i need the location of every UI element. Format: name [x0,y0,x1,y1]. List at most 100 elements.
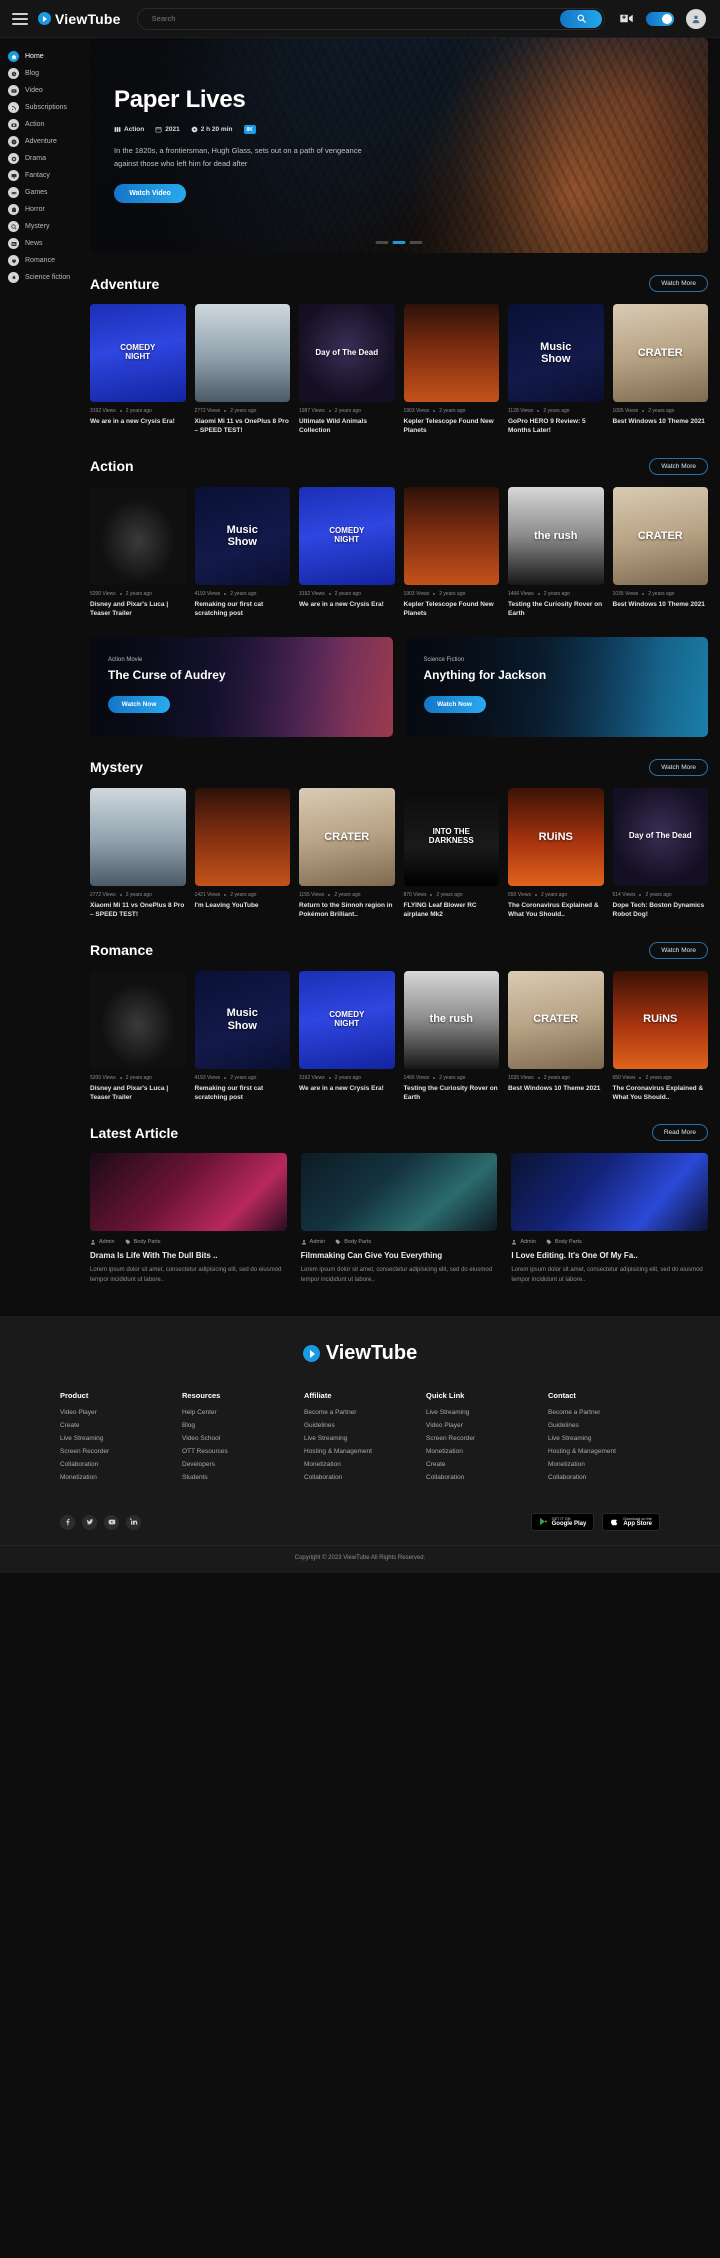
video-title[interactable]: We are in a new Crysis Era! [90,417,186,426]
video-card[interactable]: Music Show 1128 Views 2 years ago GoPro H… [508,304,604,436]
video-thumbnail[interactable]: RUiNS [612,970,708,1069]
video-card[interactable]: Music Show 4193 Views 2 years ago Remakin… [194,486,290,619]
sidebar-item-mystery[interactable]: Mystery [8,218,90,235]
search-bar[interactable] [136,7,605,30]
footer-link[interactable]: Monetization [60,1474,172,1481]
video-title[interactable]: I'm Leaving YouTube [195,901,291,910]
video-title[interactable]: Dope Tech: Boston Dynamics Robot Dog! [613,901,709,920]
search-button[interactable] [560,9,602,28]
social-link[interactable] [82,1514,97,1530]
video-title[interactable]: We are in a new Crysis Era! [299,600,395,609]
article-card[interactable]: Admin Body Parts Drama Is Life With The … [90,1153,287,1286]
video-title[interactable]: Best Windows 10 Theme 2021 [613,417,709,426]
video-card[interactable]: COMEDY NIGHT 3192 Views 2 years ago We ar… [90,304,186,436]
watch-more-button[interactable]: Watch More [649,941,708,959]
store-badge[interactable]: GET IT ON Google Play [530,1513,595,1532]
article-title[interactable]: Filmmaking Can Give You Everything [301,1251,498,1260]
footer-link[interactable]: Screen Recorder [426,1435,538,1442]
video-title[interactable]: Xiaomi Mi 11 vs OnePlus 8 Pro – SPEED TE… [90,901,186,920]
footer-link[interactable]: Live Streaming [426,1409,538,1416]
menu-burger-icon[interactable] [12,12,28,25]
video-card[interactable]: 5200 Views 2 years ago Disney and Pixar'… [90,970,186,1103]
article-card[interactable]: Admin Body Parts Filmmaking Can Give You… [300,1153,498,1286]
footer-link[interactable]: Collaboration [426,1474,538,1481]
video-card[interactable]: COMEDY NIGHT 3192 Views 2 years ago We ar… [299,486,395,619]
article-thumbnail[interactable] [511,1153,708,1232]
watch-more-button[interactable]: Watch More [649,758,708,776]
video-thumbnail[interactable]: CRATER [612,304,708,402]
video-thumbnail[interactable]: the rush [508,486,604,585]
video-card[interactable]: INTO THE DARKNESS 870 Views 2 years ago F… [403,787,499,920]
user-avatar[interactable] [686,8,706,29]
sidebar-item-blog[interactable]: Blog [8,65,90,82]
hero-slider-dots[interactable] [375,241,423,244]
hero-dot-active[interactable] [392,241,406,244]
video-card[interactable]: 2772 Views 2 years ago Xiaomi Mi 11 vs O… [194,304,291,436]
footer-link[interactable]: Guidelines [548,1422,660,1429]
watch-more-button[interactable]: Watch More [649,275,708,292]
social-link[interactable] [126,1514,141,1530]
video-card[interactable]: Day of The Dead 1987 Views 2 years ago U… [299,304,395,436]
video-card[interactable]: 1421 Views 2 years ago I'm Leaving YouTu… [194,787,291,920]
video-title[interactable]: Disney and Pixar's Luca | Teaser Trailer [90,600,186,619]
video-title[interactable]: Kepler Telescope Found New Planets [404,600,500,619]
video-thumbnail[interactable] [403,304,499,402]
footer-link[interactable]: Live Streaming [60,1435,172,1442]
sidebar-item-subscriptions[interactable]: Subscriptions [8,99,90,116]
footer-link[interactable]: Developers [182,1461,294,1468]
sidebar-item-fantacy[interactable]: Fantacy [8,167,90,184]
footer-brand[interactable]: ViewTube [0,1342,720,1365]
video-title[interactable]: We are in a new Crysis Era! [299,1084,395,1093]
read-more-button[interactable]: Read More [651,1124,708,1142]
footer-link[interactable]: Monetization [304,1461,416,1468]
video-card[interactable]: COMEDY NIGHT 3192 Views 2 years ago We ar… [299,970,395,1103]
store-badge[interactable]: Download on the App Store [602,1513,660,1532]
video-card[interactable]: CRATER 1095 Views 2 years ago Best Windo… [612,304,709,436]
footer-link[interactable]: Become a Partner [304,1409,416,1416]
video-card[interactable]: the rush 1466 Views 2 years ago Testing … [403,970,499,1103]
footer-link[interactable]: Monetization [548,1461,660,1468]
footer-link[interactable]: Guidelines [304,1422,416,1429]
video-thumbnail[interactable]: Day of The Dead [299,304,395,402]
video-thumbnail[interactable]: CRATER [508,970,604,1069]
sidebar-item-games[interactable]: Games [8,184,90,201]
footer-link[interactable]: Help Center [182,1409,294,1416]
video-title[interactable]: Kepler Telescope Found New Planets [404,417,500,436]
feature-watch-now-button[interactable]: Watch Now [423,695,486,713]
sidebar-item-science fiction[interactable]: Science fiction [8,269,90,286]
video-thumbnail[interactable]: CRATER [612,486,708,585]
sidebar-item-home[interactable]: Home [8,48,90,65]
footer-link[interactable]: Collaboration [548,1474,660,1481]
video-title[interactable]: Remaking our first cat scratching post [195,1084,291,1103]
sidebar-item-action[interactable]: Action [8,116,90,133]
feature-watch-now-button[interactable]: Watch Now [108,695,170,713]
footer-link[interactable]: Video School [182,1435,294,1442]
article-title[interactable]: I Love Editing. It's One Of My Fa.. [511,1251,708,1260]
video-thumbnail[interactable]: the rush [403,970,499,1069]
video-thumbnail[interactable] [90,787,186,886]
video-card[interactable]: CRATER 1035 Views 2 years ago Best Windo… [508,970,604,1103]
sidebar-item-adventure[interactable]: Adventure [8,133,90,150]
footer-link[interactable]: OTT Resources [182,1448,294,1455]
sidebar-item-video[interactable]: Video [8,82,90,99]
footer-link[interactable]: Blog [182,1422,294,1429]
video-card[interactable]: 1903 Views 2 years ago Kepler Telescope … [403,486,500,619]
video-title[interactable]: Disney and Pixar's Luca | Teaser Trailer [90,1084,186,1103]
video-thumbnail[interactable] [194,787,290,886]
feature-banner[interactable]: Action Movie The Curse of Audrey Watch N… [90,636,393,737]
watch-more-button[interactable]: Watch More [649,457,708,475]
video-thumbnail[interactable]: Music Show [508,304,604,402]
sidebar-item-drama[interactable]: Drama [8,150,90,167]
video-title[interactable]: Testing the Curiosity Rover on Earth [508,600,604,619]
footer-link[interactable]: Monetization [426,1448,538,1455]
video-card[interactable]: CRATER 1035 Views 2 years ago Best Windo… [612,486,709,619]
video-card[interactable]: 2772 Views 2 years ago Xiaomi Mi 11 vs O… [90,787,186,920]
video-card[interactable]: Music Show 4193 Views 2 years ago Remakin… [194,970,291,1103]
video-title[interactable]: Best Windows 10 Theme 2021 [613,600,709,609]
video-thumbnail[interactable]: Music Show [194,970,290,1069]
footer-link[interactable]: Create [60,1422,172,1429]
video-title[interactable]: Xiaomi Mi 11 vs OnePlus 8 Pro – SPEED TE… [195,417,291,436]
video-card[interactable]: the rush 1466 Views 2 years ago Testing … [508,486,604,619]
video-thumbnail[interactable]: COMEDY NIGHT [299,970,395,1069]
footer-link[interactable]: Live Streaming [304,1435,416,1442]
